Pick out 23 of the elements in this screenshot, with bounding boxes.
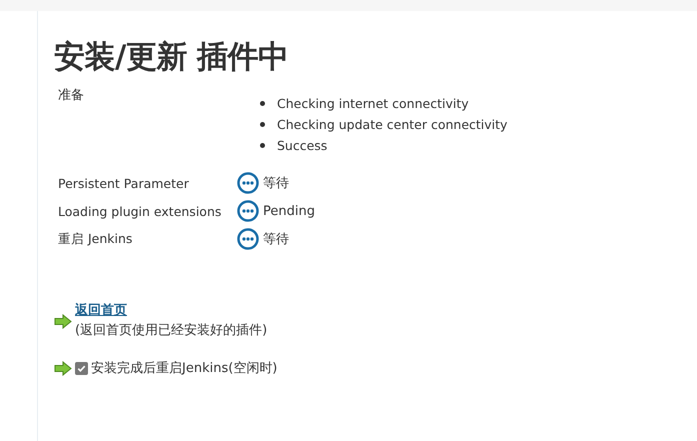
job-name: Loading plugin extensions — [58, 204, 222, 218]
restart-checkbox[interactable] — [75, 362, 88, 374]
pending-icon — [237, 200, 259, 222]
page-title: 安装/更新 插件中 — [54, 38, 290, 77]
bullet-icon — [260, 122, 265, 127]
arrow-icon — [54, 314, 72, 328]
arrow-icon — [54, 360, 72, 376]
section-label: 准备 — [58, 87, 85, 105]
step-item: Success — [277, 137, 328, 155]
back-home-link[interactable]: 返回首页 — [75, 301, 268, 321]
pending-icon — [237, 228, 259, 250]
status-text: Pending — [263, 204, 315, 218]
checkbox-label: 安装完成后重启Jenkins(空闲时) — [91, 360, 278, 377]
step-item: Checking internet connectivity — [277, 95, 469, 113]
link-note: (返回首页使用已经安装好的插件) — [75, 322, 268, 340]
step-item: Checking update center connectivity — [277, 116, 508, 134]
status-text: 等待 — [263, 231, 289, 248]
pending-icon — [237, 172, 259, 194]
bullet-icon — [260, 101, 265, 106]
job-name: Persistent Parameter — [58, 176, 190, 190]
job-name: 重启 Jenkins — [58, 230, 134, 248]
status-text: 等待 — [263, 175, 289, 192]
bullet-icon — [260, 143, 265, 148]
